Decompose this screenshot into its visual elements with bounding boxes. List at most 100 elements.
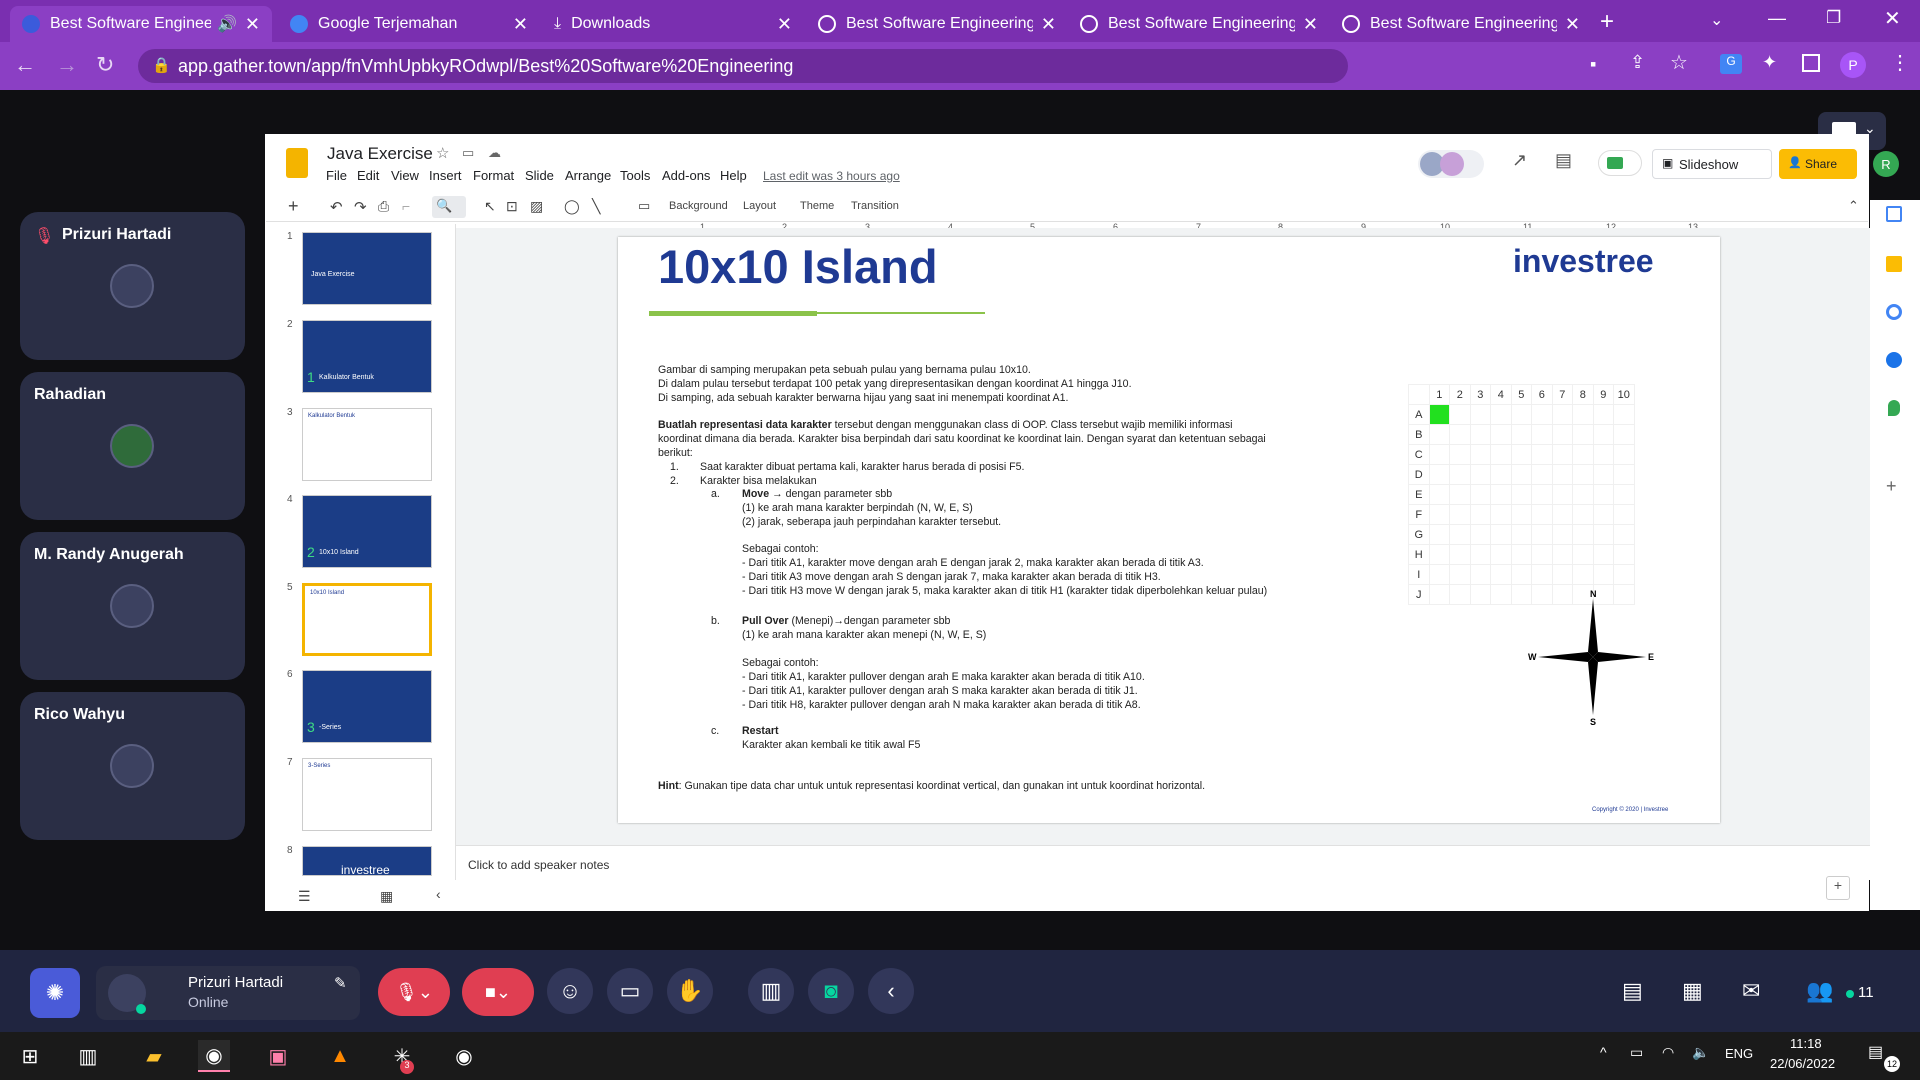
collapse-bar-button[interactable]: ‹ [868,968,914,1014]
menu-add-ons[interactable]: Add-ons [662,168,710,183]
share-page-icon[interactable]: ⇪ [1630,52,1645,73]
slide-thumbnail[interactable]: Java Exercise [302,232,432,305]
close-icon[interactable]: ✕ [1565,14,1580,35]
account-avatar[interactable]: R [1873,151,1899,177]
volume-icon[interactable]: 🔈 [1692,1044,1709,1061]
camera-toggle-button[interactable]: ■⌄ [462,968,534,1016]
menu-arrange[interactable]: Arrange [565,168,611,183]
tab-best-software-2[interactable]: Best Software Engineering ✕ [806,6,1068,42]
chrome-taskbar-icon[interactable]: ◉ [198,1040,230,1072]
menu-insert[interactable]: Insert [429,168,462,183]
slide-thumbnail[interactable]: 1 Kalkulator Bentuk [302,320,432,393]
close-icon[interactable]: ✕ [245,14,260,35]
restore-button[interactable]: ❐ [1826,8,1841,28]
maps-icon[interactable] [1888,400,1900,416]
calendar-icon[interactable] [1886,206,1902,222]
participant-card[interactable]: M. Randy Anugerah [20,532,245,680]
back-button[interactable]: ← [14,52,36,78]
redo-icon[interactable]: ↷ [354,198,367,216]
theme-button[interactable]: Theme [800,200,834,212]
collaborator-avatars[interactable] [1418,150,1484,178]
add-addon-icon[interactable]: + [1886,476,1897,497]
comment-add-icon[interactable]: ▭ [638,198,650,214]
tab-downloads[interactable]: ⤓ Downloads ✕ [542,6,804,42]
comments-icon[interactable]: ▤ [1555,150,1572,171]
tab-search-chevron-icon[interactable]: ⌄ [1710,10,1723,30]
url-bar[interactable]: 🔒 app.gather.town/app/fnVmhUpbkyROdwpl/B… [138,49,1348,83]
contacts-icon[interactable] [1886,352,1902,368]
notification-center-icon[interactable]: ▤ [1868,1042,1883,1062]
select-cursor-icon[interactable]: ↖ [484,198,496,215]
chrome-profile-taskbar-icon[interactable]: ◉ [448,1040,480,1072]
slide-thumbnail[interactable]: 3-Series [302,758,432,831]
mic-toggle-button[interactable]: 🎙⌄ [378,968,450,1016]
extensions-puzzle-icon[interactable]: ✦ [1762,52,1777,73]
close-icon[interactable]: ✕ [513,14,528,35]
slideshow-button[interactable]: ▣ Slideshow [1652,149,1772,179]
new-tab-button[interactable]: + [1600,8,1614,36]
text-box-icon[interactable]: ⊡ [506,198,518,215]
explore-icon[interactable]: + [1826,876,1850,900]
chat-icon[interactable]: ✉ [1742,978,1760,1004]
wifi-icon[interactable]: ◠ [1662,1044,1674,1061]
tray-chevron-up-icon[interactable]: ^ [1600,1044,1607,1060]
paint-format-icon[interactable]: ⌐ [402,198,410,214]
gather-menu-icon[interactable]: ✺ [30,968,80,1018]
raise-hand-button[interactable]: ✋ [667,968,713,1014]
document-title[interactable]: Java Exercise [327,144,433,164]
line-icon[interactable]: ╲ [592,198,600,215]
tab-best-software-4[interactable]: Best Software Engineering ✕ [1330,6,1592,42]
meet-button[interactable] [1598,150,1642,176]
bookmark-star-icon[interactable]: ☆ [1670,50,1688,75]
map-button[interactable]: ▥ [748,968,794,1014]
file-explorer-icon[interactable]: ▰ [138,1040,170,1072]
menu-format[interactable]: Format [473,168,514,183]
menu-slide[interactable]: Slide [525,168,554,183]
zoom-icon[interactable]: 🔍 [432,196,466,218]
participant-card[interactable]: Rico Wahyu [20,692,245,840]
battery-icon[interactable]: ▭ [1630,1044,1643,1061]
task-view-icon[interactable]: ▥ [72,1040,104,1072]
participant-card[interactable]: 🎙 Prizuri Hartadi [20,212,245,360]
language-indicator[interactable]: ENG [1725,1046,1753,1061]
image-icon[interactable]: ▨ [530,198,543,215]
slide-thumbnail[interactable]: 3-Series [302,670,432,743]
menu-view[interactable]: View [391,168,419,183]
tab-active[interactable]: Best Software Engineen 🔊 ✕ [10,6,272,42]
menu-tools[interactable]: Tools [620,168,650,183]
last-edit-link[interactable]: Last edit was 3 hours ago [763,169,900,183]
undo-icon[interactable]: ↶ [330,198,343,216]
slide-thumbnail-selected[interactable]: 10x10 Island [302,583,432,656]
user-status-card[interactable]: Prizuri Hartadi Online ✎ [96,966,360,1020]
shape-icon[interactable]: ◯ [564,198,580,215]
tasks-icon[interactable] [1886,304,1902,320]
slide-thumbnail[interactable]: investree [302,846,432,877]
window-close-button[interactable]: ✕ [1884,6,1901,31]
minimize-button[interactable]: — [1768,8,1786,29]
participant-card[interactable]: Rahadian [20,372,245,520]
menu-help[interactable]: Help [720,168,747,183]
windows-start-icon[interactable]: ⊞ [14,1040,46,1072]
new-slide-icon[interactable]: + [288,196,299,217]
emoji-button[interactable]: ☺ [547,968,593,1014]
camera-blocked-icon[interactable]: ▪ [1590,54,1596,75]
photo-button[interactable]: ◙ [808,968,854,1014]
message-board-icon[interactable]: ▤ [1622,978,1643,1004]
close-icon[interactable]: ✕ [1303,14,1318,35]
star-icon[interactable]: ☆ [436,144,449,162]
print-icon[interactable]: ⎙ [378,198,389,215]
screen-share-button[interactable]: ▭ [607,968,653,1014]
tab-google-translate[interactable]: Google Terjemahan ✕ [278,6,540,42]
activity-trend-icon[interactable]: ↗ [1512,150,1527,171]
tab-best-software-3[interactable]: Best Software Engineering ✕ [1068,6,1330,42]
profile-avatar[interactable]: P [1840,52,1866,78]
close-icon[interactable]: ✕ [777,14,792,35]
menu-edit[interactable]: Edit [357,168,379,183]
layout-button[interactable]: Layout [743,200,776,212]
collapse-toolbar-icon[interactable]: ⌃ [1848,198,1859,214]
clock-time[interactable]: 11:18 [1790,1036,1822,1051]
calendar-icon[interactable]: ▦ [1682,978,1703,1004]
grid-view-icon[interactable]: ▦ [380,888,393,905]
forward-button[interactable]: → [56,52,78,78]
list-view-icon[interactable]: ☰ [298,888,311,905]
